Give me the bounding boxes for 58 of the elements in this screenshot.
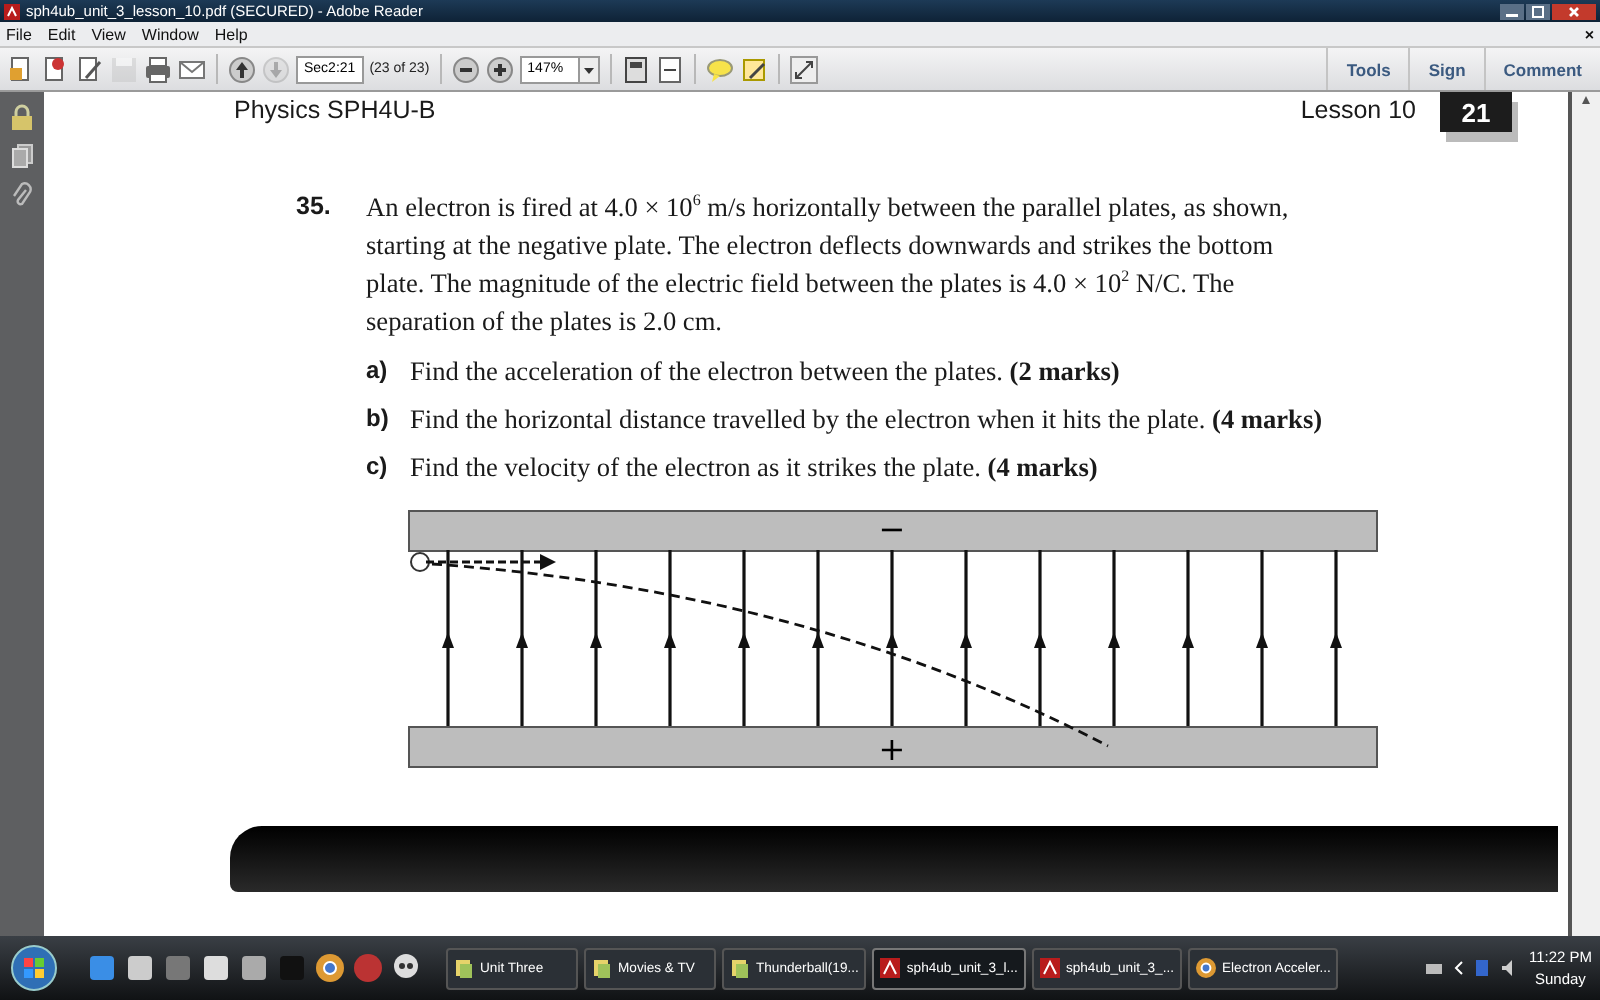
part-text: Find the horizontal distance travelled by the electron when it hits the plate. (4 marks)	[410, 402, 1323, 438]
page-header-title: Physics SPH4U-B	[234, 96, 436, 124]
padlock-icon[interactable]	[10, 104, 34, 130]
close-document-button[interactable]: ×	[1584, 25, 1594, 43]
fit-page-icon[interactable]	[621, 55, 650, 83]
printer-icon[interactable]	[144, 55, 172, 83]
folder-icon	[730, 958, 750, 978]
menu-item[interactable]: View	[91, 25, 126, 43]
fit-width-icon[interactable]	[655, 55, 684, 83]
scrollbar[interactable]	[1568, 92, 1600, 936]
edit-document-icon[interactable]	[76, 55, 104, 83]
pdf-file-icon	[1039, 958, 1060, 978]
menu-item[interactable]: Help	[214, 25, 248, 43]
document-icon[interactable]	[42, 55, 70, 83]
app-icon[interactable]	[124, 952, 156, 984]
tray-app-icon[interactable]	[1472, 958, 1493, 978]
browser-icon[interactable]	[314, 952, 346, 984]
menu-item[interactable]: Edit	[47, 25, 76, 43]
part-label: c)	[366, 450, 390, 484]
question-number: 35.	[296, 190, 333, 224]
app-icon[interactable]	[200, 952, 232, 984]
lesson-label: Lesson 10	[1300, 96, 1416, 124]
expand-icon[interactable]	[789, 55, 818, 83]
folder-icon	[592, 958, 612, 978]
pdf-file-icon	[4, 3, 20, 19]
folder-icon	[454, 958, 474, 978]
panel-tab[interactable]: Comment	[1483, 48, 1600, 90]
browser-icon	[1196, 958, 1216, 978]
zoom-in-icon[interactable]	[485, 55, 514, 83]
electron-icon	[410, 552, 430, 572]
app-icon[interactable]	[238, 952, 270, 984]
pages-icon[interactable]	[11, 144, 33, 168]
chevron-left-icon[interactable]	[1452, 958, 1465, 978]
network-icon[interactable]	[1424, 958, 1445, 978]
pdf-file-icon	[880, 958, 901, 978]
paperclip-icon[interactable]	[12, 182, 32, 206]
menu-item[interactable]: File	[6, 25, 32, 43]
part-label: b)	[366, 402, 391, 436]
scroll-up-arrow-icon[interactable]	[1578, 92, 1594, 108]
page-number-badge: 21	[1440, 92, 1512, 132]
menu-item[interactable]: Window	[141, 25, 199, 43]
panel-tab[interactable]: Sign	[1408, 48, 1484, 90]
maximize-button[interactable]	[1526, 3, 1550, 19]
minimize-button[interactable]	[1500, 3, 1524, 19]
close-button[interactable]	[1552, 3, 1596, 19]
zoom-out-icon[interactable]	[451, 55, 480, 83]
part-text: Find the velocity of the electron as it strikes the plate. (4 marks)	[410, 450, 1098, 486]
question-text: An electron is fired at 4.0 × 10$^{6}$ m/s horizontally between the parallel plates, as shown, starting at the negative plate. The electron deflects downwards and strikes the bottom plate. The magnitude of the electric field between the plates is 4.0 × 10$^{2}$ N/C. The separation of the plates is 2.0 cm.	[366, 189, 1291, 340]
panel-tab[interactable]: Tools	[1326, 48, 1409, 90]
plate-sign: +	[878, 730, 906, 768]
part-label: a)	[366, 354, 390, 388]
app-icon[interactable]	[86, 952, 118, 984]
plate-sign: −	[878, 510, 906, 548]
envelope-icon[interactable]	[178, 55, 206, 83]
part-text: Find the acceleration of the electron between the plates. (2 marks)	[410, 354, 1120, 390]
pencil-icon[interactable]	[739, 55, 768, 83]
velocity-arrow	[426, 554, 556, 570]
start-button[interactable]	[10, 944, 58, 992]
